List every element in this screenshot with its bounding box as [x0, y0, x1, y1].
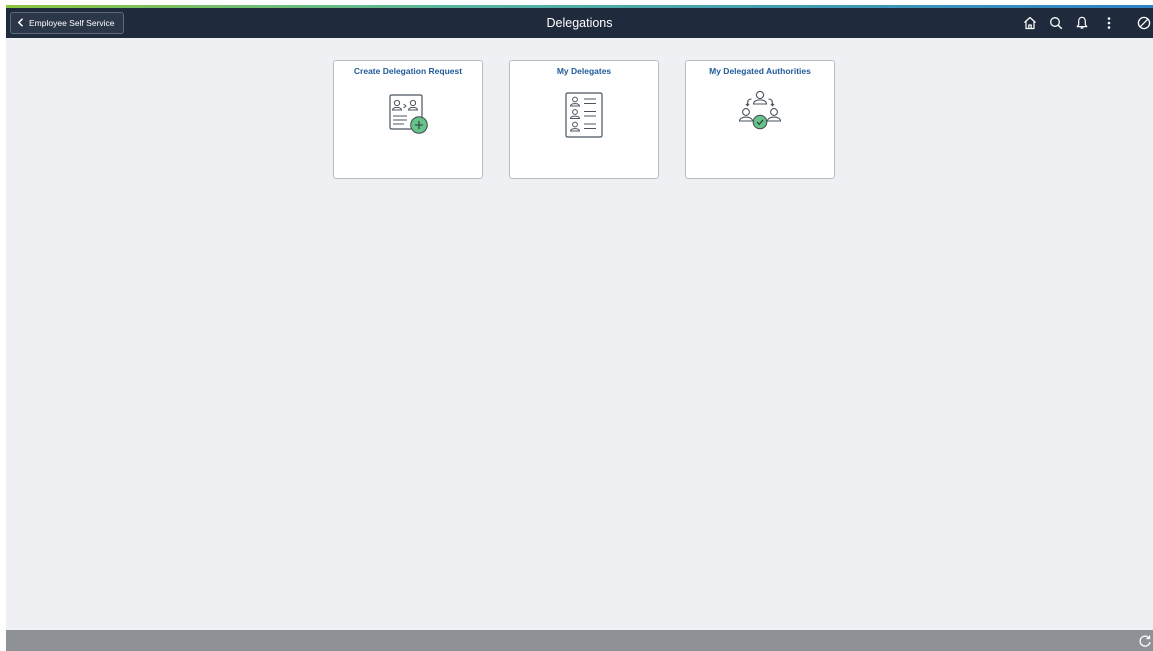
search-icon[interactable] [1047, 14, 1065, 32]
back-button-label: Employee Self Service [29, 18, 115, 28]
tile-title: My Delegates [556, 66, 612, 76]
tile-create-delegation-request[interactable]: Create Delegation Request [333, 60, 483, 179]
chevron-left-icon [17, 17, 24, 29]
tile-title: My Delegated Authorities [709, 66, 811, 76]
app-frame: Employee Self Service Delegations Create… [6, 5, 1153, 651]
tile-title: Create Delegation Request [353, 66, 463, 76]
bell-icon[interactable] [1073, 14, 1091, 32]
delegated-authorities-icon [738, 90, 782, 130]
tile-my-delegated-authorities[interactable]: My Delegated Authorities [685, 60, 835, 179]
more-vertical-icon[interactable] [1100, 14, 1118, 32]
delegates-list-icon [565, 92, 603, 138]
no-entry-icon[interactable] [1135, 14, 1153, 32]
page-title: Delegations [546, 16, 613, 30]
home-icon[interactable] [1021, 14, 1039, 32]
refresh-icon[interactable] [1137, 633, 1153, 649]
tile-grid: Create Delegation Request My Delegates M… [333, 60, 835, 179]
delegation-request-icon [389, 94, 428, 134]
top-banner: Employee Self Service Delegations [6, 8, 1153, 38]
footer-bar [6, 630, 1153, 651]
tile-my-delegates[interactable]: My Delegates [509, 60, 659, 179]
back-button[interactable]: Employee Self Service [10, 12, 124, 34]
